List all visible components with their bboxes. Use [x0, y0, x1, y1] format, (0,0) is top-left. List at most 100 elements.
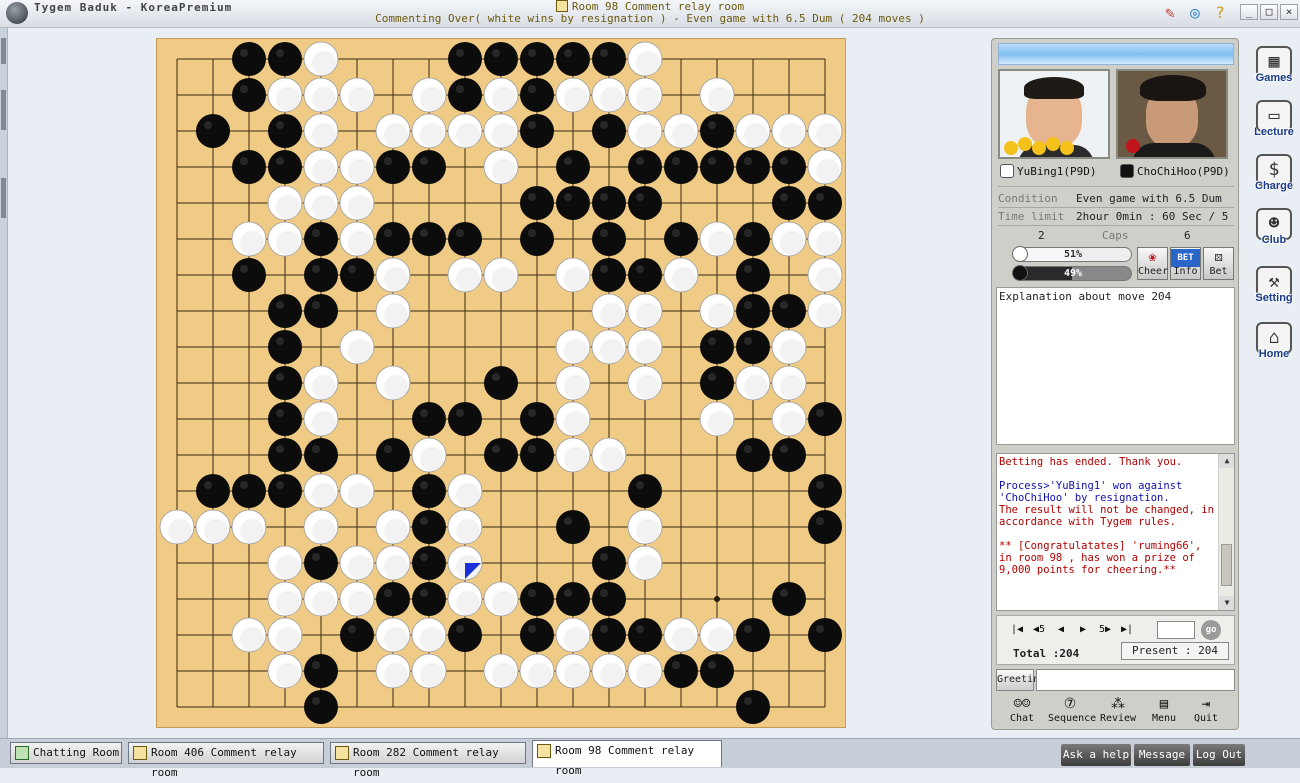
caps-label: Caps	[1102, 229, 1129, 242]
greeting-input[interactable]	[1036, 669, 1235, 691]
help-bulb-icon[interactable]: ?	[1210, 3, 1230, 23]
black-stone	[736, 330, 770, 364]
black-stone	[736, 618, 770, 652]
side-nav-home[interactable]: ⌂ Home	[1252, 322, 1296, 368]
scroll-up-icon[interactable]: ▲	[1219, 454, 1234, 468]
white-stone-shade	[312, 375, 336, 399]
black-stone-highlight	[492, 373, 500, 381]
black-player-label: ChoChiHoo(P9D)	[1120, 164, 1230, 178]
black-stone-highlight	[456, 409, 464, 417]
back-5-button[interactable]: ◀5	[1029, 622, 1049, 638]
tab-room-282[interactable]: Room 282 Comment relay room	[330, 742, 526, 779]
side-nav-games[interactable]: ▦ Games	[1252, 46, 1296, 92]
black-stone-highlight	[276, 481, 284, 489]
black-stone	[412, 150, 446, 184]
back-1-button[interactable]: ◀	[1051, 622, 1071, 638]
chat-log[interactable]: Betting has ended. Thank you. Process>'Y…	[996, 453, 1235, 611]
white-stone-shade	[816, 303, 840, 327]
scroll-down-icon[interactable]: ▼	[1219, 596, 1234, 610]
black-stone	[700, 654, 734, 688]
move-explanation[interactable]: Explanation about move 204	[996, 287, 1235, 445]
message-button[interactable]: Message	[1134, 744, 1190, 766]
left-edge-strip	[0, 28, 8, 738]
chat-icon: ☺☺	[1013, 696, 1031, 712]
white-stone-shade	[420, 123, 444, 147]
black-stone	[376, 438, 410, 472]
time-limit-label: Time limit	[998, 210, 1065, 223]
black-stone-highlight	[600, 625, 608, 633]
search-icon[interactable]: ◎	[1185, 3, 1205, 23]
white-stone-shade	[384, 123, 408, 147]
tab-chatting-room[interactable]: Chatting Room	[10, 742, 122, 764]
info-button[interactable]: BET Info	[1170, 247, 1201, 280]
tab-room-406[interactable]: Room 406 Comment relay room	[128, 742, 324, 779]
white-stone-shade	[636, 555, 660, 579]
move-navigation: |◀ ◀5 ◀ ▶ 5▶ ▶| go Total :204 Present : …	[996, 615, 1235, 665]
black-stone-highlight	[600, 193, 608, 201]
chat-scrollbar[interactable]: ▲ ▼	[1218, 454, 1234, 610]
black-stone-highlight	[708, 373, 716, 381]
black-stone-highlight	[672, 229, 680, 237]
review-button[interactable]: ⁂ Review	[1096, 695, 1140, 727]
black-stone	[232, 78, 266, 112]
white-stone-shade	[348, 591, 372, 615]
bet-button[interactable]: ⚄ Bet	[1203, 247, 1234, 280]
go-button[interactable]: go	[1201, 620, 1221, 640]
black-stone-highlight	[636, 481, 644, 489]
white-stone-shade	[312, 51, 336, 75]
black-stone	[736, 294, 770, 328]
star-point	[714, 596, 720, 602]
black-stone	[808, 186, 842, 220]
board-canvas[interactable]	[157, 39, 845, 727]
white-stone-shade	[600, 303, 624, 327]
maximize-button[interactable]: □	[1260, 4, 1278, 20]
black-stone-highlight	[348, 625, 356, 633]
white-stone-shade	[240, 519, 264, 543]
black-stone	[232, 258, 266, 292]
white-stone-shade	[492, 123, 516, 147]
cheer-button[interactable]: ❀ Cheer	[1137, 247, 1168, 280]
black-stone-highlight	[348, 265, 356, 273]
white-cheer-percent: 51%	[1063, 249, 1083, 260]
quit-button[interactable]: ⇥ Quit	[1184, 695, 1228, 727]
edit-icon[interactable]: ✎	[1160, 3, 1180, 23]
white-stone-shade	[816, 159, 840, 183]
move-number-input[interactable]	[1157, 621, 1195, 639]
minimize-button[interactable]: _	[1240, 4, 1258, 20]
bet-label: Bet	[1209, 266, 1228, 277]
white-stone-shade	[348, 483, 372, 507]
first-move-button[interactable]: |◀	[1007, 622, 1027, 638]
side-nav-setting[interactable]: ⚒ Setting	[1252, 266, 1296, 312]
logout-button[interactable]: Log Out	[1193, 744, 1245, 766]
tab-label: Room 406 Comment relay room	[151, 746, 297, 779]
forward-1-button[interactable]: ▶	[1073, 622, 1093, 638]
black-stone	[772, 294, 806, 328]
white-stone-shade	[744, 375, 768, 399]
ask-help-button[interactable]: Ask a help	[1061, 744, 1131, 766]
side-nav-club[interactable]: ☻ Club	[1252, 208, 1296, 254]
black-stone-highlight	[600, 265, 608, 273]
black-stone	[772, 186, 806, 220]
black-stone-highlight	[276, 409, 284, 417]
black-stone-highlight	[744, 157, 752, 165]
black-stone-highlight	[312, 445, 320, 453]
side-nav-charge[interactable]: $ Charge	[1252, 154, 1296, 200]
bet-badge-icon: BET	[1171, 249, 1200, 267]
black-stone	[772, 438, 806, 472]
chat-button[interactable]: ☺☺ Chat	[1000, 695, 1044, 727]
tab-room-98[interactable]: Room 98 Comment relay room	[532, 740, 722, 777]
black-stone-highlight	[420, 229, 428, 237]
white-stone-shade	[636, 375, 660, 399]
go-board[interactable]	[156, 38, 846, 728]
close-button[interactable]: ×	[1280, 4, 1298, 20]
white-stone-shade	[564, 447, 588, 471]
greeting-button[interactable]: Greeting	[996, 669, 1045, 691]
scroll-thumb[interactable]	[1221, 544, 1232, 586]
white-stone-shade	[708, 231, 732, 255]
menu-button[interactable]: ▤ Menu	[1142, 695, 1186, 727]
side-nav-lecture[interactable]: ▭ Lecture	[1252, 100, 1296, 146]
sequence-button[interactable]: ⑦ Sequence	[1048, 695, 1096, 727]
white-stone-shade	[564, 375, 588, 399]
forward-5-button[interactable]: 5▶	[1095, 622, 1115, 638]
last-move-button[interactable]: ▶|	[1117, 622, 1137, 638]
